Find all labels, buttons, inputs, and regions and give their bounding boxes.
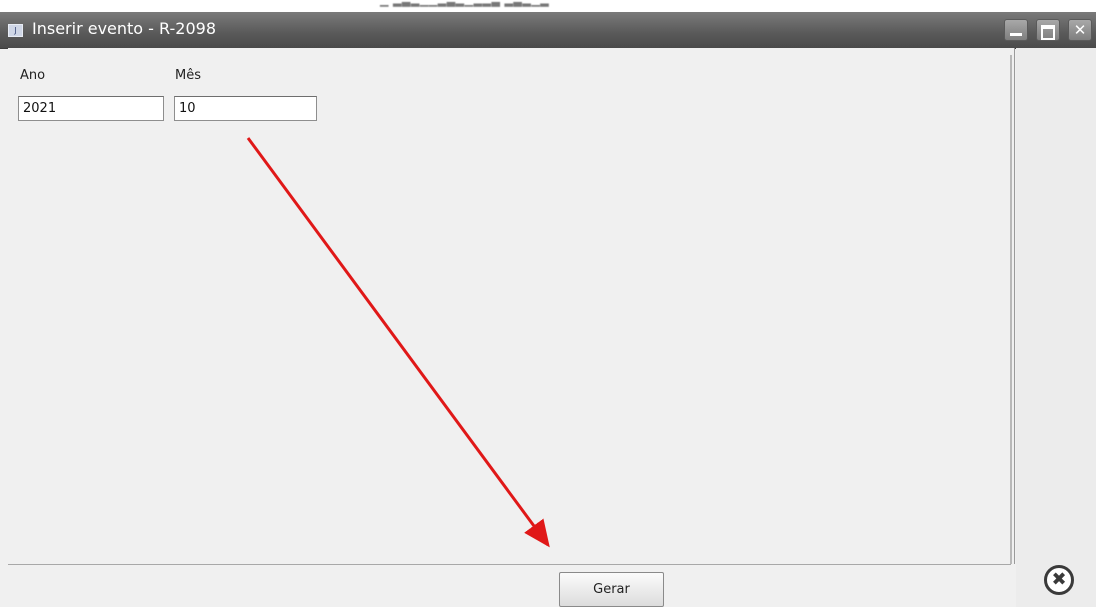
minimize-icon <box>1010 33 1022 36</box>
background-window-text: ▁ ▂▃▂▁▁▂▃▂▁▂▂▃ ▂▃▂▁▂ <box>380 0 550 7</box>
mes-input[interactable] <box>174 96 317 121</box>
maximize-button[interactable] <box>1036 19 1060 41</box>
close-icon: ✕ <box>1073 21 1087 39</box>
ano-input[interactable] <box>18 96 164 121</box>
gerar-button[interactable]: Gerar <box>559 572 664 607</box>
window-titlebar[interactable]: J Inserir evento - R-2098 ✕ <box>0 12 1096 49</box>
cancel-icon[interactable]: ✖ <box>1044 565 1074 595</box>
screen: ▁ ▂▃▂▁▁▂▃▂▁▂▂▃ ▂▃▂▁▂ J Inserir evento - … <box>0 0 1096 607</box>
ano-label: Ano <box>20 68 46 83</box>
java-app-icon: J <box>8 24 23 37</box>
background-window-strip: ▁ ▂▃▂▁▁▂▃▂▁▂▂▃ ▂▃▂▁▂ <box>0 0 1096 12</box>
close-window-button[interactable]: ✕ <box>1068 19 1092 41</box>
mes-label: Mês <box>175 68 201 83</box>
maximize-icon <box>1041 25 1055 40</box>
panel-divider <box>1010 55 1012 564</box>
button-bar <box>8 564 1011 607</box>
dialog-content-panel <box>8 48 1015 564</box>
side-panel <box>1016 48 1096 607</box>
window-title: Inserir evento - R-2098 <box>32 19 216 38</box>
minimize-button[interactable] <box>1004 19 1028 41</box>
